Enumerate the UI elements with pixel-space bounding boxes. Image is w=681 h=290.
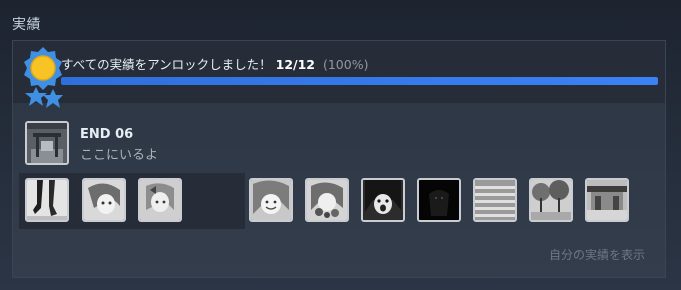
section-title: 実績 (12, 17, 41, 33)
achievement-icon-crying-girl[interactable] (361, 178, 405, 222)
achievements-panel: すべての実績をアンロックしました！ 12/12 (100%) END 06 ここ… (12, 40, 666, 278)
view-my-achievements-link[interactable]: 自分の実績を表示 (549, 246, 645, 263)
achievement-icon-park-trees[interactable] (529, 178, 573, 222)
progress-message: すべての実績をアンロックしました！ (61, 57, 272, 72)
achievement-icon-shrine-building[interactable] (585, 178, 629, 222)
progress-summary: すべての実績をアンロックしました！ 12/12 (100%) (61, 54, 368, 73)
featured-achievement-icon[interactable] (25, 121, 69, 165)
featured-achievement-description: ここにいるよ (80, 148, 159, 163)
achievement-medal-icon (24, 47, 63, 108)
achievement-icon-staircase[interactable] (473, 178, 517, 222)
progress-strip: すべての実績をアンロックしました！ 12/12 (100%) (13, 41, 665, 103)
achievement-icon-smiling-girl[interactable] (249, 178, 293, 222)
featured-achievement-title: END 06 (80, 127, 134, 142)
achievement-icon-legs[interactable] (25, 178, 69, 222)
progress-count: 12/12 (275, 57, 315, 72)
progress-bar (61, 77, 658, 85)
progress-percent: (100%) (322, 57, 369, 72)
achievement-icon-girl-flowers[interactable] (305, 178, 349, 222)
progress-bar-fill (61, 77, 658, 85)
achievement-icon-dark-silhouette[interactable] (417, 178, 461, 222)
achievement-icon-girl-ribbon[interactable] (138, 178, 182, 222)
achievement-icon-girl-portrait[interactable] (82, 178, 126, 222)
